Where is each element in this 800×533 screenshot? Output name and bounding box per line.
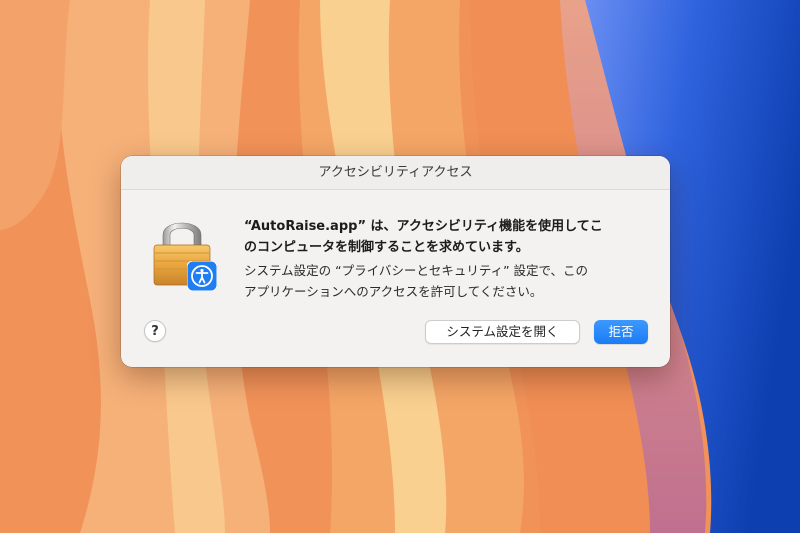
dialog-info: システム設定の “プライバシーとセキュリティ” 設定で、この アプリケーションへ… [244,260,654,302]
dialog-message-line2: のコンピュータを制御することを求めています。 [244,240,529,255]
open-system-settings-button[interactable]: システム設定を開く [425,320,580,344]
dialog-message: “AutoRaise.app” は、アクセシビリティ機能を使用してこ のコンピュ… [244,216,644,258]
dialog-info-line2: アプリケーションへのアクセスを許可してください。 [244,284,543,299]
accessibility-icon [186,260,218,292]
deny-button[interactable]: 拒否 [594,320,648,344]
dialog-info-line1: システム設定の “プライバシーとセキュリティ” 設定で、この [244,263,589,278]
help-button[interactable]: ? [144,320,166,342]
dialog-title: アクセシビリティアクセス [121,156,670,190]
accessibility-access-dialog: アクセシビリティアクセス “AutoRaise.app” は、アクセシビリティ機… [121,156,670,367]
desktop: アクセシビリティアクセス “AutoRaise.app” は、アクセシビリティ機… [0,0,800,533]
dialog-message-line1: “AutoRaise.app” は、アクセシビリティ機能を使用してこ [244,219,603,234]
